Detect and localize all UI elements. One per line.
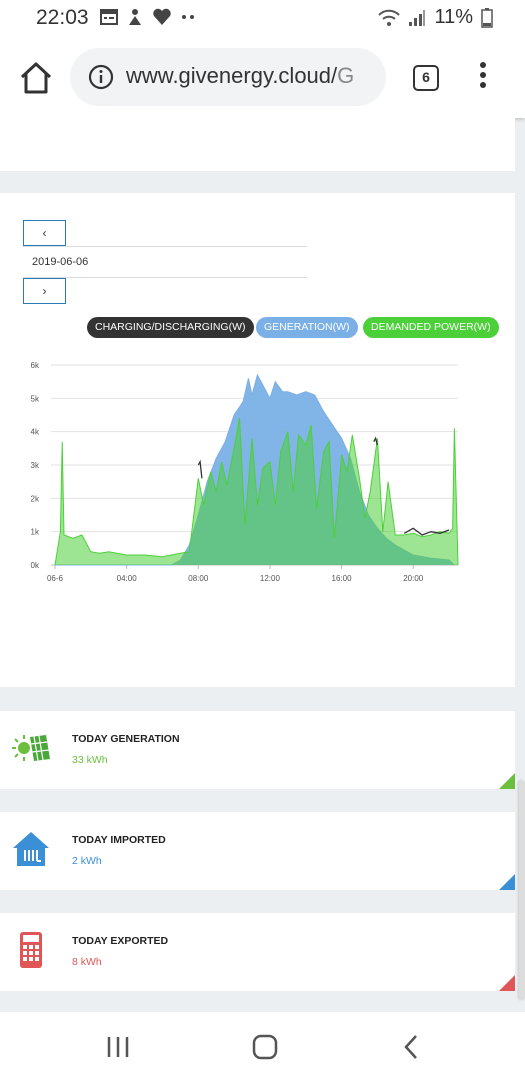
wifi-icon: [378, 9, 401, 26]
heart-icon: [153, 8, 171, 26]
x-tick-label: 06-6: [47, 574, 64, 583]
status-bar: 22:03 11%: [0, 0, 525, 38]
y-tick-label: 3k: [31, 461, 40, 470]
header-card: [0, 118, 515, 171]
x-tick-label: 20:00: [403, 574, 424, 583]
power-chart[interactable]: 0k 1k 2k 3k 4k 5k 6k 06-6 04:00 08:00 12:00 16:00 20…: [0, 358, 480, 658]
system-nav-bar: [0, 1012, 525, 1080]
status-icons-right: 11%: [378, 6, 493, 29]
legend-demanded[interactable]: DEMANDED POWER(W): [363, 317, 499, 338]
x-tick-label: 08:00: [188, 574, 209, 583]
stat-value: 8 kWh: [72, 956, 102, 968]
today-imported-card[interactable]: TODAY IMPORTED 2 kWh: [0, 812, 515, 890]
dots-icon: [182, 15, 194, 19]
corner-marker: [499, 874, 515, 890]
stat-title: TODAY EXPORTED: [72, 935, 169, 947]
home-icon[interactable]: [18, 60, 54, 96]
legend-charging[interactable]: CHARGING/DISCHARGING(W): [87, 317, 254, 338]
recent-apps-icon[interactable]: [104, 1034, 132, 1060]
divider: [23, 246, 307, 247]
calendar-icon: [100, 9, 118, 25]
today-generation-card[interactable]: TODAY GENERATION 33 kWh: [0, 711, 515, 789]
solar-panel-icon: [12, 735, 50, 761]
selected-date: 2019-06-06: [32, 256, 89, 268]
calculator-icon: [20, 932, 42, 968]
today-exported-card[interactable]: TODAY EXPORTED 8 kWh: [0, 913, 515, 991]
y-tick-label: 5k: [31, 394, 40, 403]
url-text: www.givenergy.cloud/G: [126, 63, 355, 88]
legend-generation[interactable]: GENERATION(W): [256, 317, 358, 338]
stat-title: TODAY IMPORTED: [72, 834, 166, 846]
signal-icon: [409, 9, 426, 26]
scrollbar-thumb[interactable]: [519, 780, 525, 1000]
y-tick-label: 1k: [31, 528, 40, 537]
chart-card: ‹ 2019-06-06 › CHARGING/DISCHARGING(W) G…: [0, 193, 515, 687]
back-icon[interactable]: [398, 1034, 426, 1060]
battery-icon: [481, 7, 493, 28]
y-tick-label: 2k: [31, 494, 40, 503]
status-icons-left: [100, 8, 196, 26]
house-meter-icon: [13, 832, 49, 866]
tab-switcher-button[interactable]: 6: [413, 65, 439, 91]
corner-marker: [499, 975, 515, 991]
series-line-charging: [197, 459, 203, 479]
stat-value: 2 kWh: [72, 855, 102, 867]
stat-value: 33 kWh: [72, 754, 108, 766]
person-icon: [129, 9, 141, 25]
corner-marker: [499, 773, 515, 789]
status-time: 22:03: [36, 6, 89, 29]
y-tick-label: 6k: [31, 361, 40, 370]
y-tick-label: 0k: [31, 561, 40, 570]
prev-day-button[interactable]: ‹: [23, 220, 66, 246]
browser-toolbar: www.givenergy.cloud/G 6: [0, 38, 525, 118]
more-menu-icon[interactable]: [476, 62, 490, 92]
y-tick-label: 4k: [31, 428, 40, 437]
battery-percent: 11%: [434, 6, 473, 28]
next-day-button[interactable]: ›: [23, 278, 66, 304]
stat-title: TODAY GENERATION: [72, 733, 180, 745]
x-tick-label: 04:00: [117, 574, 138, 583]
x-tick-label: 16:00: [332, 574, 353, 583]
home-nav-icon[interactable]: [251, 1034, 279, 1060]
url-bar[interactable]: www.givenergy.cloud/G: [70, 48, 386, 106]
info-icon[interactable]: [88, 64, 114, 90]
x-tick-label: 12:00: [260, 574, 281, 583]
